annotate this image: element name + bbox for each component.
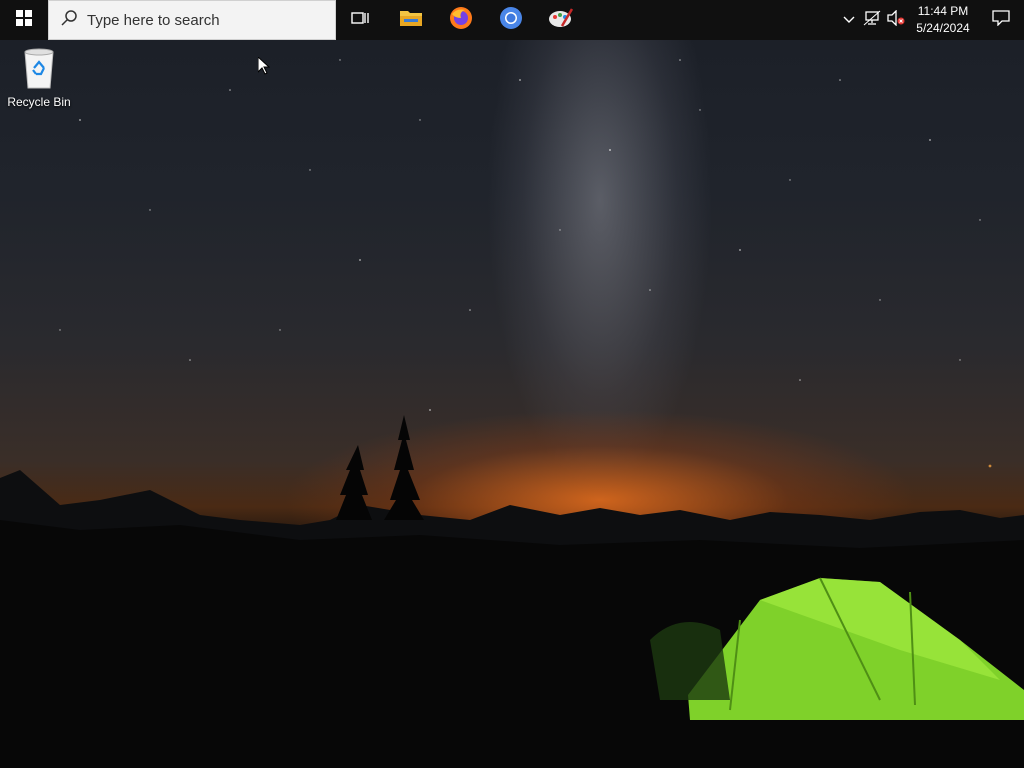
task-view-icon [351,10,371,31]
search-icon [61,9,77,31]
volume-button[interactable] [884,0,908,40]
firefox-icon [449,6,473,35]
clock-date: 5/24/2024 [916,21,970,35]
recycle-bin-icon [19,48,59,94]
taskbar-clock[interactable]: 11:44 PM 5/24/2024 [908,3,978,37]
task-view-button[interactable] [336,0,386,40]
system-tray: 11:44 PM 5/24/2024 [838,0,1024,40]
taskbar-search-box[interactable]: Type here to search [48,0,336,40]
notification-icon [992,9,1010,31]
windows-logo-icon [16,9,32,31]
recycle-bin-label: Recycle Bin [7,95,71,109]
network-button[interactable] [860,0,884,40]
volume-muted-icon [887,8,905,31]
taskbar-app-firefox[interactable] [436,0,486,40]
start-button[interactable] [0,0,48,40]
chevron-up-icon [843,11,855,29]
network-icon [863,10,881,31]
desktop-icon-recycle-bin[interactable]: Recycle Bin [4,46,74,109]
taskbar-app-file-explorer[interactable] [386,0,436,40]
action-center-button[interactable] [978,0,1024,40]
mouse-cursor-icon [257,55,271,80]
paint-icon [548,6,574,35]
clock-time: 11:44 PM [917,4,969,18]
taskbar: Type here to search 11:44 PM 5/24/2024 [0,0,1024,40]
show-hidden-icons-button[interactable] [838,0,860,40]
taskbar-app-paint[interactable] [536,0,586,40]
chrome-icon [499,6,523,35]
taskbar-app-chrome[interactable] [486,0,536,40]
folder-icon [399,8,423,33]
desktop-wallpaper [0,0,1024,768]
search-placeholder: Type here to search [87,11,220,29]
